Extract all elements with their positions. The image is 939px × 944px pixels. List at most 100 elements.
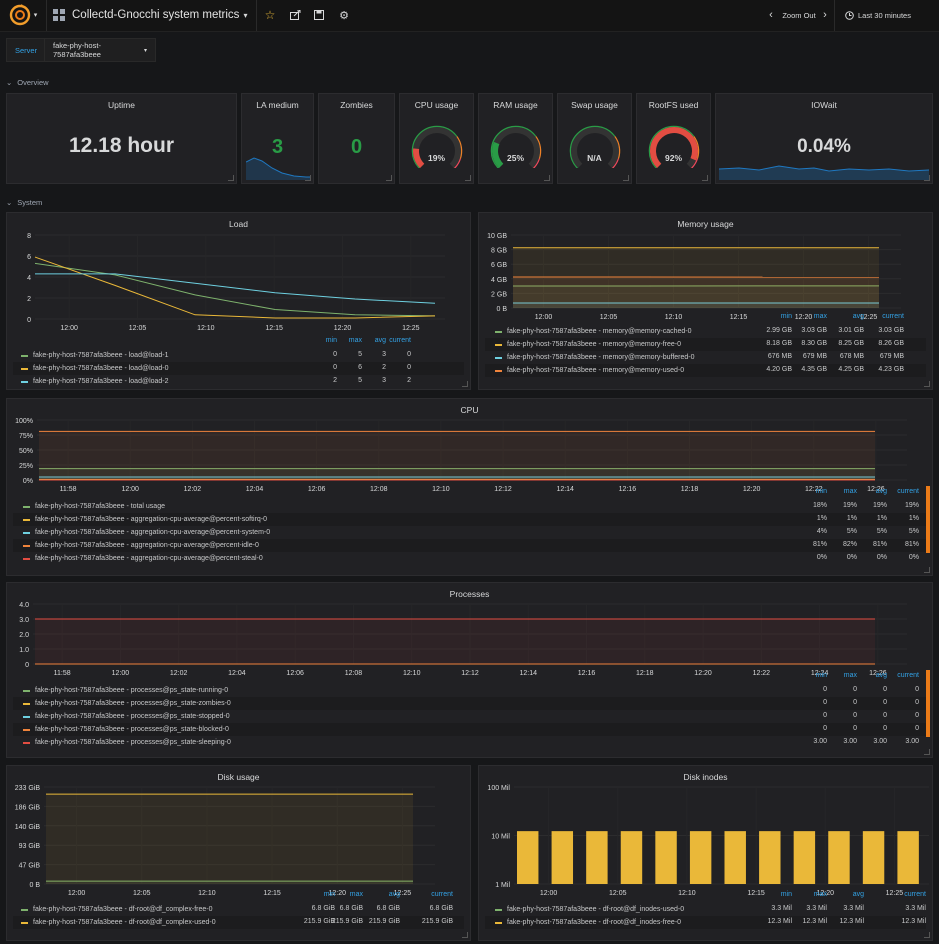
resize-handle[interactable] [924,567,930,573]
legend-header-max[interactable]: max [844,672,857,679]
resize-handle[interactable] [462,381,468,387]
series-color-swatch[interactable] [495,908,502,911]
series-color-swatch[interactable] [495,343,502,346]
series-color-swatch[interactable] [21,908,28,911]
series-color-swatch[interactable] [495,356,502,359]
series-color-swatch[interactable] [23,518,30,521]
legend-scrollbar[interactable] [926,486,930,553]
legend-header-min[interactable]: min [816,488,827,495]
iowait-panel[interactable]: IOWait 0.04% [715,93,933,184]
series-color-swatch[interactable] [23,689,30,692]
legend-series-name[interactable]: fake-phy-host-7587afa3beee - load@load-2 [33,378,169,385]
legend-header-avg[interactable]: avg [853,313,864,320]
la-medium-panel[interactable]: LA medium 3 [241,93,314,184]
legend-series-name[interactable]: fake-phy-host-7587afa3beee - load@load-1 [33,352,169,359]
legend-header-current[interactable]: current [897,488,919,495]
legend-row[interactable]: fake-phy-host-7587afa3beee - processes@p… [13,723,926,736]
legend-row[interactable]: fake-phy-host-7587afa3beee - aggregation… [13,539,926,552]
series-color-swatch[interactable] [23,531,30,534]
legend-scrollbar[interactable] [926,670,930,737]
legend-row[interactable]: fake-phy-host-7587afa3beee - memory@memo… [485,364,926,377]
legend-row[interactable]: fake-phy-host-7587afa3beee - memory@memo… [485,338,926,351]
resize-handle[interactable] [305,175,311,181]
memory-usage-panel[interactable]: Memory usage 10 GB 8 GB 6 GB 4 GB 2 GB 0 B 12:0… [478,212,933,390]
legend-header-max[interactable]: max [350,891,363,898]
resize-handle[interactable] [228,175,234,181]
swap-usage-panel[interactable]: Swap usage N/A [557,93,632,184]
legend-row[interactable]: fake-phy-host-7587afa3beee - processes@p… [13,736,926,749]
save-button[interactable] [309,5,329,25]
series-color-swatch[interactable] [23,702,30,705]
legend-header-current[interactable]: current [897,672,919,679]
legend-header-min[interactable]: min [816,672,827,679]
legend-header-avg[interactable]: avg [876,672,887,679]
series-color-swatch[interactable] [21,367,28,370]
row-header-system[interactable]: ⌄ System [6,198,42,207]
series-color-swatch[interactable] [495,921,502,924]
legend-row[interactable]: fake-phy-host-7587afa3beee - processes@p… [13,697,926,710]
legend-series-name[interactable]: fake-phy-host-7587afa3beee - memory@memo… [507,367,684,374]
legend-header-min[interactable]: min [781,313,792,320]
series-color-swatch[interactable] [23,715,30,718]
resize-handle[interactable] [924,381,930,387]
resize-handle[interactable] [924,932,930,938]
ram-usage-panel[interactable]: RAM usage 25% [478,93,553,184]
legend-row[interactable]: fake-phy-host-7587afa3beee - load@load-2… [13,375,464,388]
disk-inodes-panel[interactable]: Disk inodes 100 Mil 10 Mil 1 Mil 12:00 12:05 1… [478,765,933,941]
legend-series-name[interactable]: fake-phy-host-7587afa3beee - aggregation… [35,529,270,536]
server-variable-dropdown[interactable]: fake-phy-host-7587afa3beee ▾ [44,38,156,62]
resize-handle[interactable] [544,175,550,181]
dashboard-picker[interactable]: Collectd-Gnocchi system metrics ▾ [53,5,253,25]
series-color-swatch[interactable] [23,505,30,508]
legend-series-name[interactable]: fake-phy-host-7587afa3beee - df-root@df_… [507,919,681,926]
resize-handle[interactable] [924,175,930,181]
resize-handle[interactable] [465,175,471,181]
row-header-overview[interactable]: ⌄ Overview [6,78,49,87]
legend-row[interactable]: fake-phy-host-7587afa3beee - df-root@df_… [13,903,464,916]
series-color-swatch[interactable] [23,557,30,560]
series-color-swatch[interactable] [495,330,502,333]
share-button[interactable] [285,5,305,25]
star-button[interactable]: ☆ [260,5,280,25]
zoom-out-button[interactable]: Zoom Out [780,5,818,25]
legend-row[interactable]: fake-phy-host-7587afa3beee - processes@p… [13,684,926,697]
cpu-panel[interactable]: CPU 100% 75% 50% 25% 0% 11:58 12:00 12:02 12:04 12… [6,398,933,576]
legend-header-current[interactable]: current [904,891,926,898]
legend-series-name[interactable]: fake-phy-host-7587afa3beee - processes@p… [35,713,230,720]
time-back-button[interactable]: ‹ [764,5,778,25]
legend-series-name[interactable]: fake-phy-host-7587afa3beee - total usage [35,503,165,510]
resize-handle[interactable] [462,932,468,938]
legend-series-name[interactable]: fake-phy-host-7587afa3beee - memory@memo… [507,328,692,335]
series-color-swatch[interactable] [23,741,30,744]
legend-series-name[interactable]: fake-phy-host-7587afa3beee - aggregation… [35,542,259,549]
legend-header-current[interactable]: current [431,891,453,898]
time-picker[interactable]: Last 30 minutes [838,5,918,25]
resize-handle[interactable] [623,175,629,181]
legend-row[interactable]: fake-phy-host-7587afa3beee - memory@memo… [485,351,926,364]
cpu-usage-panel[interactable]: CPU usage 19% [399,93,474,184]
legend-header-current[interactable]: current [389,337,411,344]
legend-row[interactable]: fake-phy-host-7587afa3beee - df-root@df_… [13,916,464,929]
legend-row[interactable]: fake-phy-host-7587afa3beee - aggregation… [13,552,926,565]
series-color-swatch[interactable] [23,544,30,547]
legend-header-min[interactable]: min [324,891,335,898]
legend-series-name[interactable]: fake-phy-host-7587afa3beee - load@load-0 [33,365,169,372]
legend-header-max[interactable]: max [814,891,827,898]
uptime-panel[interactable]: Uptime 12.18 hour [6,93,237,184]
legend-series-name[interactable]: fake-phy-host-7587afa3beee - processes@p… [35,726,229,733]
load-panel[interactable]: Load 8 6 4 2 0 12:00 12:05 12:10 12:15 12:20 12:25 m… [6,212,471,390]
legend-series-name[interactable]: fake-phy-host-7587afa3beee - processes@p… [35,687,228,694]
legend-row[interactable]: fake-phy-host-7587afa3beee - processes@p… [13,710,926,723]
settings-button[interactable]: ⚙ [334,5,354,25]
series-color-swatch[interactable] [21,354,28,357]
legend-row[interactable]: fake-phy-host-7587afa3beee - load@load-1… [13,349,464,362]
legend-header-current[interactable]: current [882,313,904,320]
legend-series-name[interactable]: fake-phy-host-7587afa3beee - memory@memo… [507,341,681,348]
series-color-swatch[interactable] [23,728,30,731]
legend-header-max[interactable]: max [814,313,827,320]
legend-header-min[interactable]: min [326,337,337,344]
legend-series-name[interactable]: fake-phy-host-7587afa3beee - df-root@df_… [33,919,216,926]
legend-series-name[interactable]: fake-phy-host-7587afa3beee - aggregation… [35,555,263,562]
legend-row[interactable]: fake-phy-host-7587afa3beee - total usage… [13,500,926,513]
legend-series-name[interactable]: fake-phy-host-7587afa3beee - df-root@df_… [507,906,684,913]
